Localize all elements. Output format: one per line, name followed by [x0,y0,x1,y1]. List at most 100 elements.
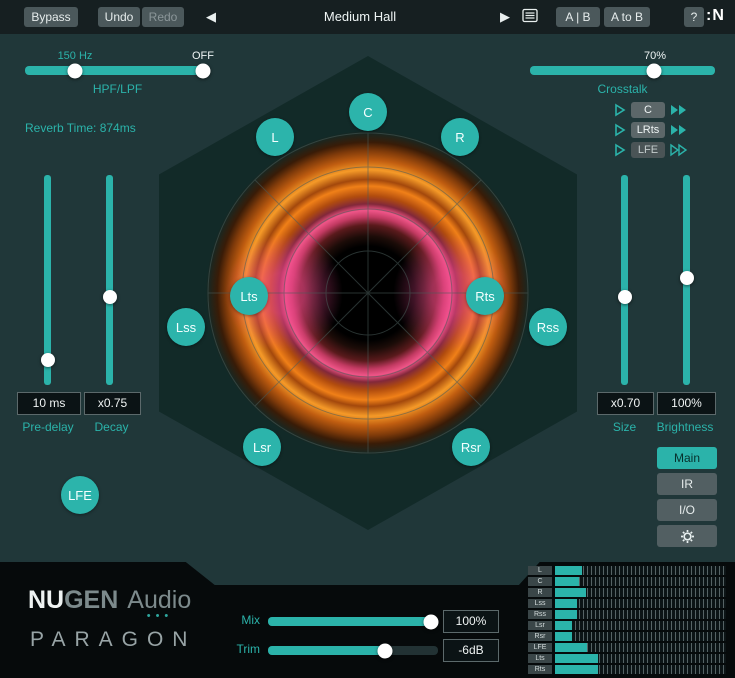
hpf-lpf-slider[interactable] [25,66,210,75]
product-name: PARAGON [30,628,196,652]
mix-slider[interactable] [268,617,438,626]
routing-row-lrts: LRts [614,121,688,139]
brand-dots: ••• [128,610,192,622]
meter-row: Lsr [528,620,726,630]
routing-button-c[interactable]: C [631,102,665,118]
channel-node-lss[interactable]: Lss [167,308,205,346]
meter-channel-label: Lsr [528,621,552,630]
tab-io[interactable]: I/O [657,499,717,521]
size-fader[interactable] [621,175,628,385]
meter-bar [555,577,726,586]
meter-channel-label: Rss [528,610,552,619]
channel-node-lsr[interactable]: Lsr [243,428,281,466]
brand-nu: NU [28,586,64,614]
route-out-icon[interactable] [670,103,688,117]
meter-row: Rts [528,664,726,674]
meter-row: R [528,587,726,597]
gear-icon [680,529,695,544]
mix-value[interactable]: 100% [443,610,499,633]
meter-bar [555,654,726,663]
crosstalk-caption: Crosstalk [530,82,715,96]
trim-label: Trim [228,642,260,656]
channel-node-rsr[interactable]: Rsr [452,428,490,466]
pre-delay-handle[interactable] [41,353,55,367]
settings-button[interactable] [657,525,717,547]
routing-button-lfe[interactable]: LFE [631,142,665,158]
meter-level [555,599,577,608]
meter-level [555,665,598,674]
brand-panel [0,562,216,586]
hpf-lpf-caption: HPF/LPF [25,82,210,96]
paragon-plugin-window: Bypass Undo Redo ◀ Medium Hall ▶ A | B A… [0,0,735,678]
channel-node-lts[interactable]: Lts [230,277,268,315]
reverb-time-readout: Reverb Time: 874ms [25,121,136,135]
trim-handle[interactable] [378,643,393,658]
decay-label: Decay [84,420,139,434]
channel-node-rts[interactable]: Rts [466,277,504,315]
redo-button[interactable]: Redo [142,7,184,27]
crosstalk-handle[interactable] [646,63,661,78]
tab-main[interactable]: Main [657,447,717,469]
channel-node-l[interactable]: L [256,118,294,156]
meter-level [555,610,577,619]
help-button[interactable]: ? [684,7,704,27]
tab-ir[interactable]: IR [657,473,717,495]
brightness-label: Brightness [649,420,721,434]
hpf-handle[interactable] [67,63,82,78]
pre-delay-value[interactable]: 10 ms [17,392,81,415]
nugen-logo-mark: :N [706,7,725,25]
meter-bar [555,621,726,630]
channel-node-rss[interactable]: Rss [529,308,567,346]
brightness-fader[interactable] [683,175,690,385]
pre-delay-fader[interactable] [44,175,51,385]
undo-button[interactable]: Undo [98,7,140,27]
channel-node-c[interactable]: C [349,93,387,131]
route-in-icon[interactable] [614,103,626,117]
meter-channel-label: LFE [528,643,552,652]
hpf-value: 150 Hz [40,50,110,62]
meter-channel-label: C [528,577,552,586]
meter-level [555,643,587,652]
meter-channel-label: Rsr [528,632,552,641]
decay-value[interactable]: x0.75 [84,392,141,415]
meter-row: Rsr [528,631,726,641]
meter-bar [555,610,726,619]
next-preset-icon[interactable]: ▶ [500,9,510,25]
routing-row-lfe: LFE [614,141,688,159]
trim-slider[interactable] [268,646,438,655]
channel-node-r[interactable]: R [441,118,479,156]
trim-value[interactable]: -6dB [443,639,499,662]
crosstalk-value: 70% [630,50,680,62]
size-handle[interactable] [618,290,632,304]
meter-level [555,621,572,630]
decay-handle[interactable] [103,290,117,304]
routing-button-lrts[interactable]: LRts [631,122,665,138]
a-to-b-button[interactable]: A to B [604,7,650,27]
meter-bar [555,665,726,674]
size-value[interactable]: x0.70 [597,392,654,415]
meter-row: L [528,565,726,575]
title-bar: Bypass Undo Redo ◀ Medium Hall ▶ A | B A… [0,0,735,34]
a-b-toggle-button[interactable]: A | B [556,7,600,27]
preset-list-icon[interactable] [522,8,538,26]
meter-row: C [528,576,726,586]
brightness-value[interactable]: 100% [657,392,716,415]
brightness-handle[interactable] [680,271,694,285]
route-out-icon[interactable] [670,143,688,157]
route-in-icon[interactable] [614,123,626,137]
brand-gen: GEN [64,586,118,614]
preset-name[interactable]: Medium Hall [260,9,460,24]
meter-level [555,588,586,597]
route-out-icon[interactable] [670,123,688,137]
mix-handle[interactable] [424,614,439,629]
bypass-button[interactable]: Bypass [24,7,78,27]
meter-bar [555,599,726,608]
mix-label: Mix [228,613,260,627]
crosstalk-slider[interactable] [530,66,715,75]
channel-node-lfe[interactable]: LFE [61,476,99,514]
decay-fader[interactable] [106,175,113,385]
routing-row-c: C [614,101,688,119]
previous-preset-icon[interactable]: ◀ [206,9,216,25]
route-in-icon[interactable] [614,143,626,157]
lpf-handle[interactable] [195,63,210,78]
